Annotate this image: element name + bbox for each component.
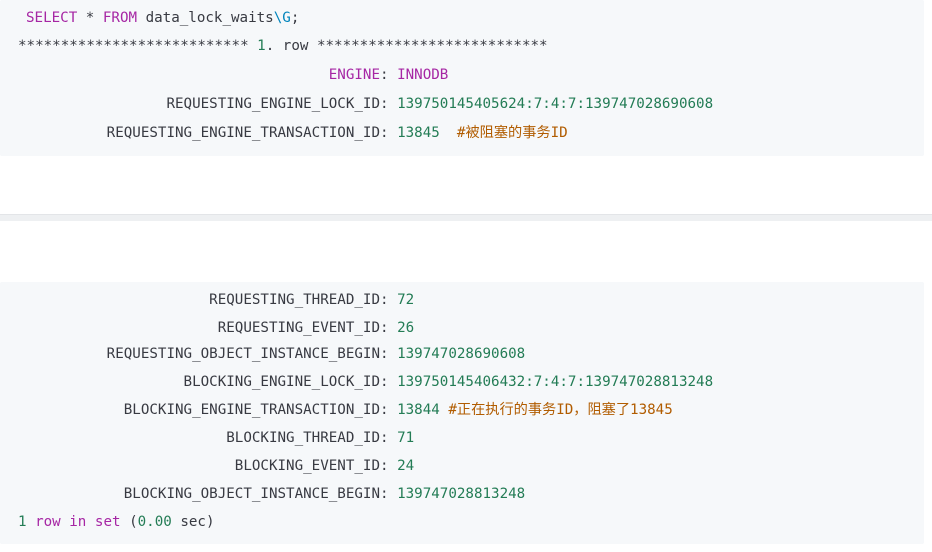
- comment-text: #被阻塞的事务ID: [456, 125, 568, 141]
- code-block-result: REQUESTING_THREAD_ID: 72 REQUESTING_EVEN…: [0, 282, 924, 544]
- section-divider: [0, 214, 932, 221]
- row-number: 1: [257, 38, 266, 54]
- result-row: BLOCKING_EVENT_ID: 24: [18, 454, 414, 478]
- result-row: REQUESTING_ENGINE_LOCK_ID: 1397501454056…: [18, 92, 713, 116]
- field-value: 139750145405624:7:4:7:139747028690608: [397, 96, 714, 112]
- open-paren: (: [120, 514, 138, 530]
- row-word: . row: [265, 38, 309, 54]
- row-word: row: [26, 514, 70, 530]
- field-name: BLOCKING_ENGINE_LOCK_ID: [183, 374, 380, 390]
- result-row: BLOCKING_THREAD_ID: 71: [18, 426, 414, 450]
- field-name: BLOCKING_OBJECT_INSTANCE_BEGIN: [123, 486, 380, 502]
- field-value: INNODB: [397, 67, 449, 83]
- comment-text: #正在执行的事务ID，阻塞了13845: [448, 402, 673, 418]
- table-name: data_lock_waits: [137, 10, 274, 26]
- field-value: 139747028813248: [397, 486, 526, 502]
- result-row: BLOCKING_ENGINE_LOCK_ID: 139750145406432…: [18, 370, 714, 394]
- result-row: BLOCKING_OBJECT_INSTANCE_BEGIN: 13974702…: [18, 482, 525, 506]
- field-value: 13844: [397, 402, 440, 418]
- field-name: REQUESTING_THREAD_ID: [209, 292, 380, 308]
- elapsed-time: 0.00: [137, 514, 172, 530]
- semicolon-token: ;: [290, 10, 300, 26]
- field-value: 72: [397, 292, 415, 308]
- stars-left: ***************************: [18, 38, 258, 54]
- star-token: *: [77, 10, 103, 26]
- query-line: SELECT * FROM data_lock_waits\G;: [26, 6, 299, 30]
- result-row: REQUESTING_EVENT_ID: 26: [18, 316, 414, 340]
- stars-right: ***************************: [308, 38, 548, 54]
- field-value: 139747028690608: [397, 346, 526, 362]
- field-value: 24: [397, 458, 415, 474]
- footer-line: 1 row in set (0.00 sec): [18, 510, 215, 534]
- in-keyword: in: [69, 514, 87, 530]
- field-value: 71: [397, 430, 415, 446]
- row-header-line: *************************** 1. row *****…: [18, 34, 548, 58]
- field-name: BLOCKING_THREAD_ID: [226, 430, 380, 446]
- field-name: REQUESTING_ENGINE_LOCK_ID: [166, 96, 380, 112]
- select-keyword: SELECT: [26, 10, 78, 26]
- result-row: REQUESTING_ENGINE_TRANSACTION_ID: 13845 …: [18, 121, 568, 145]
- escape-token: \G: [273, 10, 291, 26]
- field-name: REQUESTING_OBJECT_INSTANCE_BEGIN: [106, 346, 380, 362]
- set-keyword: set: [86, 514, 121, 530]
- result-row: BLOCKING_ENGINE_TRANSACTION_ID: 13844 #正…: [18, 398, 673, 422]
- field-name: BLOCKING_EVENT_ID: [234, 458, 380, 474]
- field-name: REQUESTING_EVENT_ID: [217, 320, 380, 336]
- time-unit: sec): [171, 514, 215, 530]
- result-row: ENGINE: INNODB: [18, 63, 449, 87]
- field-name: REQUESTING_ENGINE_TRANSACTION_ID: [106, 125, 380, 141]
- field-name: BLOCKING_ENGINE_TRANSACTION_ID: [123, 402, 380, 418]
- field-value: 26: [397, 320, 415, 336]
- row-count: 1: [18, 514, 27, 530]
- code-block-query: SELECT * FROM data_lock_waits\G; *******…: [0, 0, 924, 156]
- result-row: REQUESTING_THREAD_ID: 72: [18, 288, 414, 312]
- field-value: 13845: [397, 125, 440, 141]
- from-keyword: FROM: [102, 10, 138, 26]
- field-value: 139750145406432:7:4:7:139747028813248: [397, 374, 714, 390]
- result-row: REQUESTING_OBJECT_INSTANCE_BEGIN: 139747…: [18, 342, 526, 366]
- field-name: ENGINE: [328, 67, 380, 83]
